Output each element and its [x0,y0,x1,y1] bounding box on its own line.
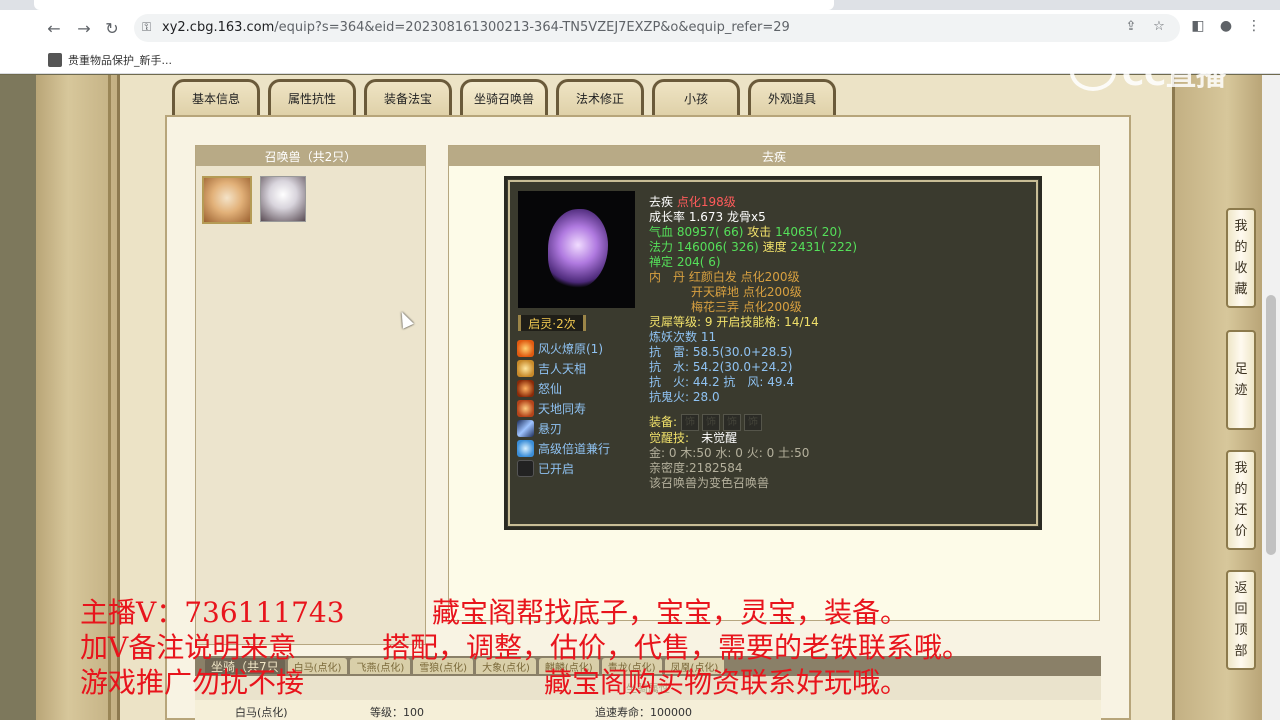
equip-slot[interactable]: 饰 [702,414,721,431]
bookmark-label: 贵重物品保护_新手... [68,54,172,67]
scrollbar-thumb[interactable] [1266,295,1276,555]
mount-row: 白马(点化) 等级：100 追速寿命：100000 [195,700,1101,720]
qiling-badge: 启灵·2次 [518,315,586,331]
equip-slots: 饰饰饰饰 [681,414,763,431]
tab-attributes[interactable]: 属性抗性 [268,79,356,115]
neidan-1: 红颜白发 点化200级 [688,270,800,284]
skill-item[interactable]: 悬刃 [517,418,647,438]
skill-item[interactable]: 吉人天相 [517,358,647,378]
resist-thunder: 抗 雷: 58.5(30.0+28.5) [649,345,793,359]
pet-portrait [518,191,635,308]
skill-list: 风火燎原(1) 吉人天相 怒仙 天地同寿 悬刃 高级倍道兼行 已开启 [517,338,647,478]
sky-skill-icon [517,399,534,417]
rage-skill-icon [517,379,534,397]
overlay-line1b: 藏宝阁帮找底子，宝宝，灵宝，装备。 [432,596,909,629]
skill-item[interactable]: 高级倍道兼行 [517,438,647,458]
mount-level: 等级：100 [370,706,424,719]
summon-detail-title: 去疾 [449,146,1099,166]
active-browser-tab[interactable] [34,0,834,10]
luck-skill-icon [517,359,534,377]
equip-slot[interactable]: 饰 [723,414,742,431]
lingxi-value: 9 开启技能格: 14/14 [704,315,819,329]
hp-value: 80957( 66) [676,225,744,239]
summon-list-title: 召唤兽（共2只） [196,146,425,166]
cc-logo-icon [1070,53,1116,91]
blade-skill-icon [517,419,534,437]
unlock-skill-icon [517,459,534,477]
skill-item[interactable]: 天地同寿 [517,398,647,418]
resist-fire-wind: 抗 火: 44.2 抗 风: 49.4 [649,375,794,389]
resist-ghost-fire: 抗鬼火: 28.0 [649,390,720,404]
dao-skill-icon [517,439,534,457]
resist-water: 抗 水: 54.2(30.0+24.2) [649,360,793,374]
fire-skill-icon [517,339,534,357]
site-info-icon[interactable]: ⚿ [142,20,156,34]
elements: 金: 0 木:50 水: 0 火: 0 土:50 [649,446,810,460]
page-scrollbar[interactable] [1262,75,1280,720]
overlay-line3a: 游戏推广勿扰不接 [80,666,305,699]
footprint-button[interactable]: 足迹 [1226,330,1256,430]
share-icon[interactable]: ⇪ [1122,19,1140,37]
tab-equipment[interactable]: 装备法宝 [364,79,452,115]
spd-value: 2431( 222) [790,240,858,254]
tab-child[interactable]: 小孩 [652,79,740,115]
tab-mount-summons[interactable]: 坐骑召唤兽 [460,79,548,115]
bookmark-favicon-icon [48,53,62,67]
variant-note: 该召唤兽为变色召唤兽 [649,476,770,490]
neidan-3: 梅花三弄 点化200级 [691,300,802,314]
mp-value: 146006( 326) [676,240,759,254]
intimacy: 亲密度:2182584 [649,461,743,475]
pet-growth: 成长率 1.673 龙骨x5 [649,210,766,224]
mount-name: 白马(点化) [235,706,288,719]
mount-life: 追速寿命：100000 [595,706,692,719]
forward-arrow-icon[interactable]: → [72,16,96,40]
my-bargain-button[interactable]: 我的还价 [1226,450,1256,550]
tab-basic-info[interactable]: 基本信息 [172,79,260,115]
equip-tabbar: 基本信息 属性抗性 装备法宝 坐骑召唤兽 法术修正 小孩 外观道具 [172,79,836,115]
equip-slot[interactable]: 饰 [681,414,700,431]
menu-kebab-icon[interactable]: ⋮ [1244,18,1264,38]
tab-appearance[interactable]: 外观道具 [748,79,836,115]
reload-icon[interactable]: ↻ [100,16,124,40]
pet-stats: 去疾 点化198级 成长率 1.673 龙骨x5 气血 80957( 66) 攻… [649,195,1029,491]
sidebar-toggle-icon[interactable]: ◧ [1188,18,1208,38]
browser-toolbar: ← → ↻ ⚿ xy2.cbg.163.com/equip?s=364&eid=… [0,10,1280,46]
skill-item[interactable]: 风火燎原(1) [517,338,647,358]
back-arrow-icon[interactable]: ← [42,16,66,40]
neidan-2: 开天辟地 点化200级 [691,285,802,299]
favorites-button[interactable]: 我的收藏 [1226,208,1256,308]
skill-item[interactable]: 已开启 [517,458,647,478]
equip-slot[interactable]: 饰 [744,414,763,431]
address-bar[interactable]: ⚿ xy2.cbg.163.com/equip?s=364&eid=202308… [134,14,1180,42]
address-url: xy2.cbg.163.com/equip?s=364&eid=20230816… [162,20,790,35]
pet-level: 点化198级 [676,195,736,209]
browser-tabstrip [0,0,1280,10]
bookmark-item[interactable]: 贵重物品保护_新手... [48,52,172,68]
summon-list-panel: 召唤兽（共2只） [195,145,426,645]
overlay-line2a: 加V备注说明来意 [80,631,297,664]
pet-name: 去疾 [649,195,674,209]
overlay-line2b: 搭配，调整，估价，代售，需要的老铁联系哦。 [382,631,971,664]
profile-icon[interactable]: ● [1216,18,1236,38]
back-to-top-button[interactable]: 返回顶部 [1226,570,1256,670]
awaken-value: 未觉醒 [701,431,738,445]
overlay-line3b: 藏宝阁购买物资联系好玩哦。 [544,666,909,699]
summon-thumb-2[interactable] [260,176,306,222]
cc-live-watermark: CC直播 [1070,52,1226,93]
zen-value: 204( 6) [676,255,721,269]
lianyao-count: 炼妖次数 11 [649,330,717,344]
tab-spell-correction[interactable]: 法术修正 [556,79,644,115]
atk-value: 14065( 20) [775,225,842,239]
summon-thumb-1[interactable] [202,176,252,224]
skill-item[interactable]: 怒仙 [517,378,647,398]
bookmark-star-icon[interactable]: ☆ [1150,19,1168,37]
overlay-line1a: 主播V：736111743 [80,596,345,629]
